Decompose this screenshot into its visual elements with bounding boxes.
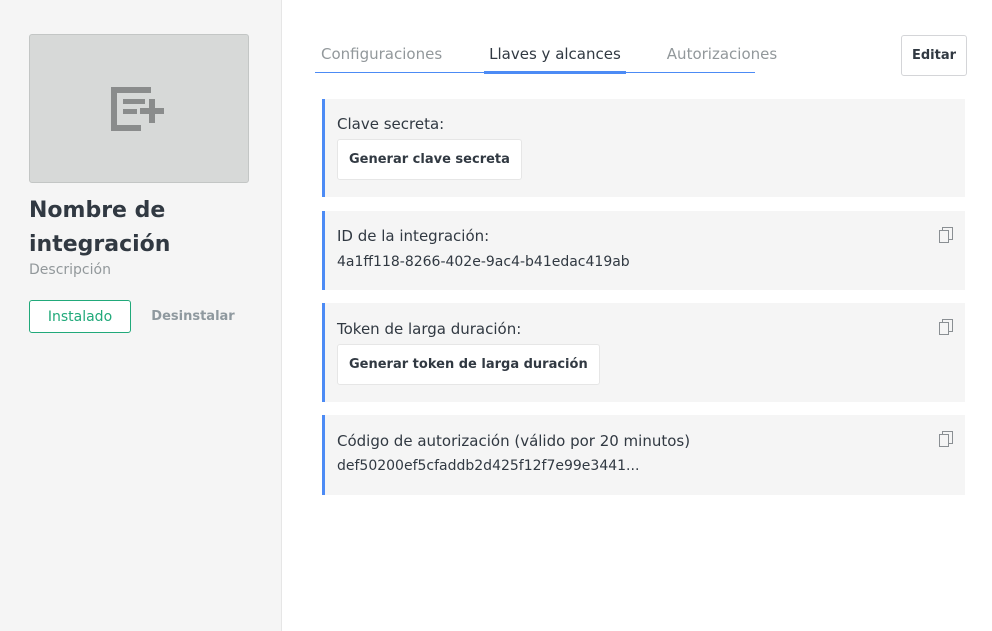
integration-id-value: 4a1ff118-8266-402e-9ac4-b41edac419ab	[337, 254, 630, 270]
generate-token-button[interactable]: Generar token de larga duración	[337, 344, 600, 385]
tab-llaves-y-alcances[interactable]: Llaves y alcances	[484, 36, 626, 74]
edit-button[interactable]: Editar	[901, 35, 967, 76]
integration-description: Descripción	[29, 262, 111, 278]
tab-configuraciones[interactable]: Configuraciones	[321, 36, 442, 73]
tab-autorizaciones[interactable]: Autorizaciones	[667, 36, 777, 73]
copy-icon[interactable]	[939, 227, 953, 243]
integration-title: Nombre de integración	[29, 198, 171, 257]
integration-thumbnail	[29, 34, 249, 183]
secret-key-card: Clave secreta: Generar clave secreta	[322, 99, 965, 197]
secret-key-label: Clave secreta:	[337, 115, 445, 133]
long-token-card: Token de larga duración: Generar token d…	[322, 303, 965, 402]
uninstall-button[interactable]: Desinstalar	[145, 300, 241, 333]
long-token-label: Token de larga duración:	[337, 320, 522, 338]
add-document-icon	[111, 86, 164, 131]
copy-icon[interactable]	[939, 319, 953, 335]
integration-id-card: ID de la integración: 4a1ff118-8266-402e…	[322, 211, 965, 290]
installed-button[interactable]: Instalado	[29, 300, 131, 333]
auth-code-value: def50200ef5cfaddb2d425f12f7e99e3441...	[337, 458, 640, 474]
sidebar: Nombre de integración Descripción Instal…	[0, 0, 282, 631]
generate-secret-button[interactable]: Generar clave secreta	[337, 139, 522, 180]
copy-icon[interactable]	[939, 431, 953, 447]
integration-id-label: ID de la integración:	[337, 227, 490, 245]
auth-code-label: Código de autorización (válido por 20 mi…	[337, 432, 691, 450]
auth-code-card: Código de autorización (válido por 20 mi…	[322, 415, 965, 495]
tab-bar: Configuraciones Llaves y alcances Autori…	[315, 36, 777, 74]
